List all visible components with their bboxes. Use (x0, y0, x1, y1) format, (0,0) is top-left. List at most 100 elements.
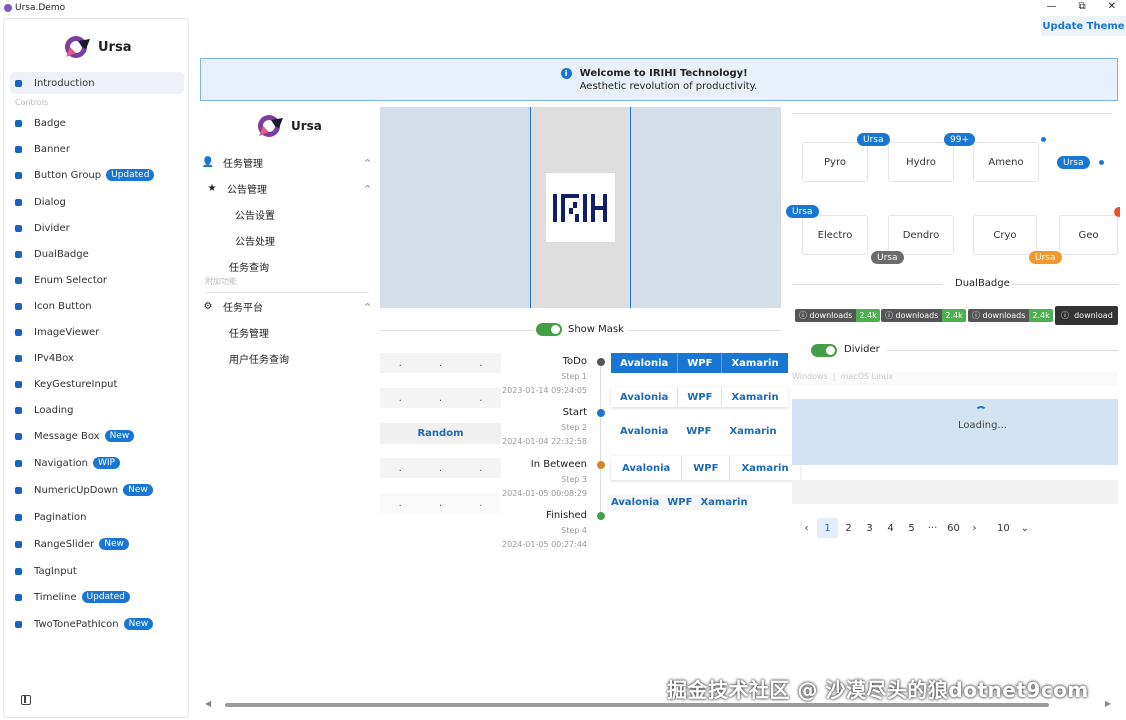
nav-dot-icon (15, 328, 22, 336)
sidebar-item-message-box[interactable]: Message Box New (10, 425, 184, 447)
sidebar-item-button-group[interactable]: Button Group Updated (10, 164, 184, 186)
ipv4-box[interactable]: ... (380, 458, 501, 478)
sidebar-item-ipv4box[interactable]: IPv4Box (10, 347, 184, 369)
wpf-button[interactable]: WPF (677, 353, 721, 373)
ipv4-box[interactable]: ... (380, 353, 501, 373)
menu-item-task-mgmt[interactable]: 👤 任务管理 ^ (201, 151, 377, 173)
avalonia-button[interactable]: Avalonia (607, 494, 663, 510)
avalonia-button[interactable]: Avalonia (611, 456, 681, 480)
xamarin-button[interactable]: Xamarin (696, 494, 751, 510)
sidebar-item-taginput[interactable]: TagInput (10, 560, 184, 582)
close-icon[interactable]: ✕ (1108, 1, 1116, 12)
xamarin-button[interactable]: Xamarin (729, 456, 799, 480)
avalonia-button[interactable]: Avalonia (611, 353, 677, 373)
page-button[interactable]: 4 (880, 518, 901, 538)
sidebar-item-rangeslider[interactable]: RangeSlider New (10, 533, 184, 555)
avalonia-button[interactable]: Avalonia (611, 421, 677, 441)
badge-card: Pyro (802, 142, 868, 182)
menu-item-task-platform[interactable]: ⚙ 任务平台 ^ (201, 295, 377, 317)
menu-separator (205, 292, 369, 293)
sidebar-item-dualbadge[interactable]: DualBadge (10, 243, 184, 265)
show-mask-row: Show Mask (380, 320, 781, 342)
page-button[interactable]: 60 (943, 518, 964, 538)
timeline-title: In Between (530, 459, 587, 470)
sidebar-item-enum-selector[interactable]: Enum Selector (10, 269, 184, 291)
image-viewer[interactable] (380, 107, 781, 308)
xamarin-button[interactable]: Xamarin (720, 421, 785, 441)
sidebar-item-label: NumericUpDown (34, 484, 119, 496)
update-theme-button[interactable]: Update Theme (1041, 16, 1126, 36)
menu-item-task-query[interactable]: 任务查询 (229, 255, 405, 277)
restore-icon[interactable]: ⧉ (1078, 1, 1085, 12)
next-page-icon[interactable]: › (964, 518, 985, 538)
badge-pill: 99+ (944, 133, 975, 146)
chevron-up-icon: ^ (364, 301, 371, 311)
sidebar-item-navigation[interactable]: Navigation WIP (10, 452, 184, 474)
sidebar-item-numericupdown[interactable]: NumericUpDown New (10, 479, 184, 501)
sidebar-item-icon-button[interactable]: Icon Button (10, 295, 184, 317)
enum-option[interactable]: macOS (841, 372, 869, 381)
sidebar-item-twotonepathicon[interactable]: TwoTonePathIcon New (10, 613, 184, 635)
menu-item-notice-mgmt[interactable]: ★ 公告管理 ^ (205, 177, 377, 199)
sidebar-item-banner[interactable]: Banner (10, 138, 184, 160)
divider-line (792, 113, 1112, 114)
scroll-thumb[interactable] (225, 703, 1049, 707)
page-button[interactable]: 3 (859, 518, 880, 538)
page-button[interactable]: 5 (901, 518, 922, 538)
minimize-icon[interactable]: — (1046, 1, 1056, 12)
sidebar: Ursa Controls Introduction Badge Banner But… (3, 18, 189, 718)
xamarin-button[interactable]: Xamarin (721, 387, 787, 407)
sidebar-item-label: Pagination (34, 511, 87, 523)
menu-item-user-task-query[interactable]: 用户任务查询 (229, 347, 405, 369)
page-button[interactable]: 2 (838, 518, 859, 538)
sidebar-item-dialog[interactable]: Dialog (10, 191, 184, 213)
ipv4-sep: . (479, 462, 483, 474)
nav-dot-icon (15, 354, 22, 362)
nav-dot-icon (15, 593, 22, 601)
wpf-button[interactable]: WPF (681, 456, 729, 480)
page-ellipsis[interactable]: ··· (922, 518, 943, 538)
menu-item-task-mgmt-2[interactable]: 任务管理 (229, 321, 405, 343)
enum-option[interactable]: Linux (872, 372, 894, 381)
enum-option[interactable]: Windows (792, 372, 828, 381)
scroll-right-icon[interactable]: ▶ (1105, 699, 1111, 708)
sidebar-item-introduction[interactable]: Introduction (10, 72, 184, 94)
sidebar-item-timeline[interactable]: Timeline Updated (10, 586, 184, 608)
banner: i Welcome to IRIHI Technology! Aesthetic… (200, 58, 1118, 101)
sidebar-item-imageviewer[interactable]: ImageViewer (10, 321, 184, 343)
page-size-select[interactable]: 10 ⌄ (993, 518, 1033, 538)
badge-card: Geo (1059, 215, 1118, 255)
xamarin-button[interactable]: Xamarin (721, 353, 787, 373)
show-mask-toggle[interactable] (536, 323, 562, 336)
divider-toggle[interactable] (811, 344, 837, 357)
dual-badge: ⓘ downloads 2.4k (881, 309, 966, 322)
wpf-button[interactable]: WPF (677, 421, 720, 441)
dual-badge-text: download (1074, 311, 1113, 320)
wpf-button[interactable]: WPF (663, 494, 696, 510)
irihi-logo-image (546, 173, 615, 242)
chevron-down-icon: ⌄ (1020, 522, 1029, 534)
dual-badge-left: ⓘ downloads (795, 309, 857, 322)
sidebar-item-label: ImageViewer (34, 326, 100, 338)
divider-line (887, 350, 1118, 351)
sidebar-item-keygestureinput[interactable]: KeyGestureInput (10, 373, 184, 395)
timeline-time: 2024-01-04 22:32:58 (502, 437, 587, 446)
sidebar-toggle-icon[interactable] (21, 695, 31, 705)
key-gesture-input[interactable] (792, 480, 1118, 504)
enum-selector[interactable]: Windows | macOS Linux (792, 372, 1118, 386)
irihi-logo-icon (552, 193, 607, 222)
avalonia-button[interactable]: Avalonia (611, 387, 677, 407)
sidebar-item-pagination[interactable]: Pagination (10, 506, 184, 528)
ipv4-sep: . (398, 392, 402, 404)
sidebar-item-badge[interactable]: Badge (10, 112, 184, 134)
wpf-button[interactable]: WPF (677, 387, 721, 407)
dual-badge-text: downloads (982, 311, 1026, 320)
scroll-left-icon[interactable]: ◀ (205, 699, 211, 708)
person-icon: 👤 (201, 156, 215, 168)
dual-badge-right: 2.4k (856, 309, 880, 322)
prev-page-icon[interactable]: ‹ (796, 518, 817, 538)
sidebar-item-loading[interactable]: Loading (10, 399, 184, 421)
sidebar-item-divider[interactable]: Divider (10, 217, 184, 239)
page-button[interactable]: 1 (817, 518, 838, 538)
loading-text: Loading... (958, 420, 1007, 431)
